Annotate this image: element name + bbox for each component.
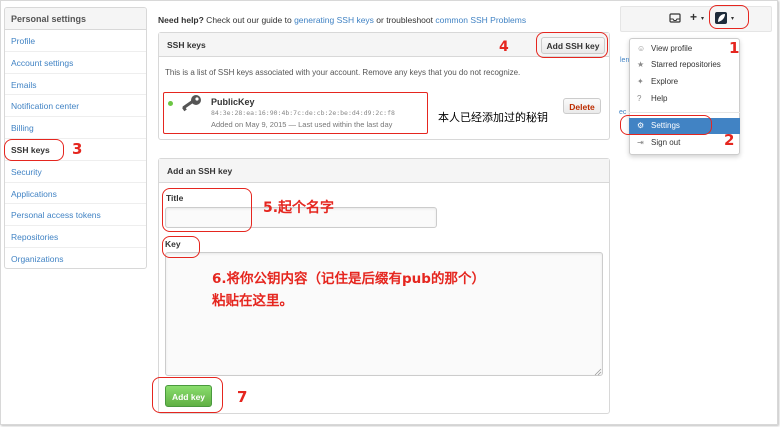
sidebar-item-billing[interactable]: Billing <box>5 117 146 139</box>
annotation-step-6-line-2: 粘贴在这里。 <box>212 293 293 309</box>
partial-link-fragment: len <box>620 57 630 64</box>
menu-item-help[interactable]: Help <box>629 91 740 107</box>
sidebar-item-security[interactable]: Security <box>5 161 146 183</box>
annotation-box-ssh-keys <box>4 139 64 161</box>
add-ssh-key-heading: Add an SSH key <box>159 159 609 183</box>
annotation-number-3: 3 <box>72 140 83 158</box>
annotation-number-2: 2 <box>724 131 735 149</box>
chevron-down-icon[interactable]: ▾ <box>701 15 704 22</box>
annotation-step-6-line-1: 6.将你公钥内容（记住是后缀有pub的那个） <box>212 271 485 287</box>
sidebar-item-organizations[interactable]: Organizations <box>5 248 146 268</box>
sidebar-item-notification-center[interactable]: Notification center <box>5 95 146 118</box>
annotation-box-settings <box>620 115 712 135</box>
menu-item-starred-repositories[interactable]: Starred repositories <box>629 57 740 73</box>
annotation-box-avatar <box>709 5 749 29</box>
help-text-1: Check out our guide to <box>203 15 295 25</box>
plus-icon[interactable]: + <box>690 10 697 24</box>
menu-item-explore[interactable]: Explore <box>629 74 740 90</box>
sidebar-item-account-settings[interactable]: Account settings <box>5 52 146 74</box>
help-text-2: or troubleshoot <box>373 15 436 25</box>
annotation-step-5: 5.起个名字 <box>263 200 335 216</box>
annotation-number-1: 1 <box>729 39 740 57</box>
annotation-box-add-key <box>152 377 223 413</box>
ssh-keys-description: This is a list of SSH keys associated wi… <box>165 68 521 77</box>
help-prefix: Need help? <box>158 15 204 25</box>
sidebar-heading: Personal settings <box>5 8 146 30</box>
annotation-existing-key-note: 本人已经添加过的秘钥 <box>438 111 548 124</box>
annotation-number-7: 7 <box>237 388 248 406</box>
generating-ssh-keys-link[interactable]: generating SSH keys <box>294 15 374 25</box>
resize-grip-icon[interactable] <box>594 368 602 376</box>
annotation-number-4: 4 <box>499 39 509 55</box>
sidebar-item-repositories[interactable]: Repositories <box>5 226 146 248</box>
annotation-box-title <box>162 188 252 232</box>
menu-divider <box>629 112 740 113</box>
sidebar-item-personal-access-tokens[interactable]: Personal access tokens <box>5 204 146 227</box>
annotation-box-existing-key <box>163 92 428 134</box>
common-ssh-problems-link[interactable]: common SSH Problems <box>435 15 526 25</box>
annotation-box-key <box>162 236 200 258</box>
delete-key-button[interactable]: Delete <box>563 98 601 114</box>
sidebar-item-emails[interactable]: Emails <box>5 74 146 96</box>
sidebar-item-applications[interactable]: Applications <box>5 183 146 205</box>
menu-item-view-profile[interactable]: View profile <box>629 41 740 57</box>
settings-sidebar: Personal settings Profile Account settin… <box>4 7 147 269</box>
inbox-icon[interactable] <box>669 12 681 24</box>
sidebar-item-profile[interactable]: Profile <box>5 30 146 52</box>
annotation-box-add-ssh-key <box>536 32 608 58</box>
help-text: Need help? Check out our guide to genera… <box>158 15 526 25</box>
